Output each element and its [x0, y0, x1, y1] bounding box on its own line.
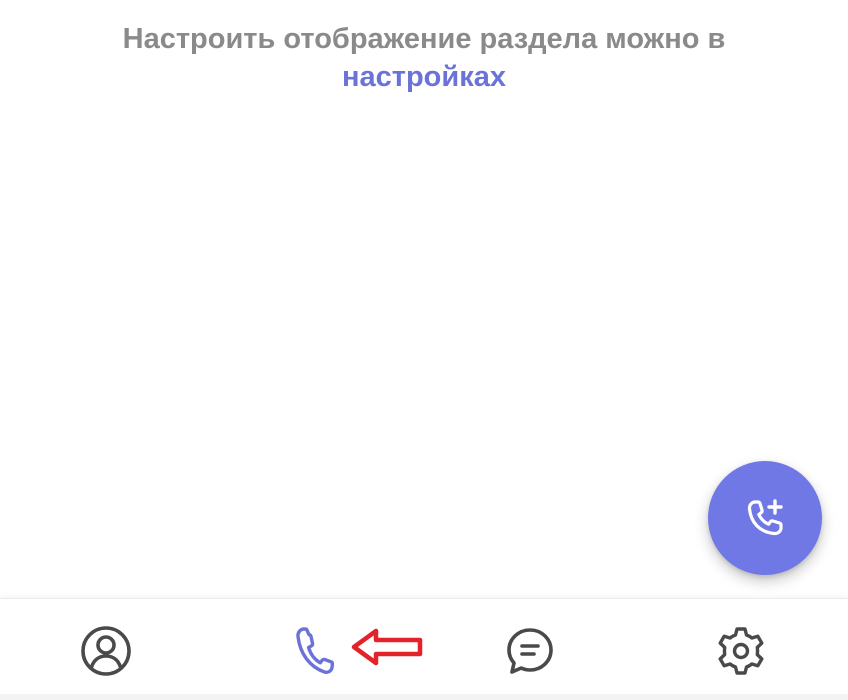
- nav-chats[interactable]: [500, 621, 560, 681]
- user-circle-icon: [81, 626, 131, 676]
- hint-text: Настроить отображение раздела можно в: [122, 23, 726, 55]
- settings-link[interactable]: настройках: [342, 61, 506, 93]
- phone-add-icon: [747, 499, 783, 536]
- red-arrow-left-icon: [351, 628, 423, 666]
- nav-calls[interactable]: [285, 621, 345, 681]
- system-bar-edge: [0, 694, 848, 700]
- empty-state-hint: Настроить отображение раздела можно в на…: [40, 20, 808, 96]
- nav-settings[interactable]: [711, 621, 771, 681]
- phone-icon: [296, 627, 335, 674]
- bottom-navigation: [0, 598, 848, 700]
- nav-profile[interactable]: [76, 621, 136, 681]
- chat-bubble-icon: [507, 628, 553, 674]
- calls-screen: Настроить отображение раздела можно в на…: [0, 0, 848, 700]
- gear-icon: [718, 627, 764, 675]
- new-call-fab[interactable]: [708, 461, 822, 575]
